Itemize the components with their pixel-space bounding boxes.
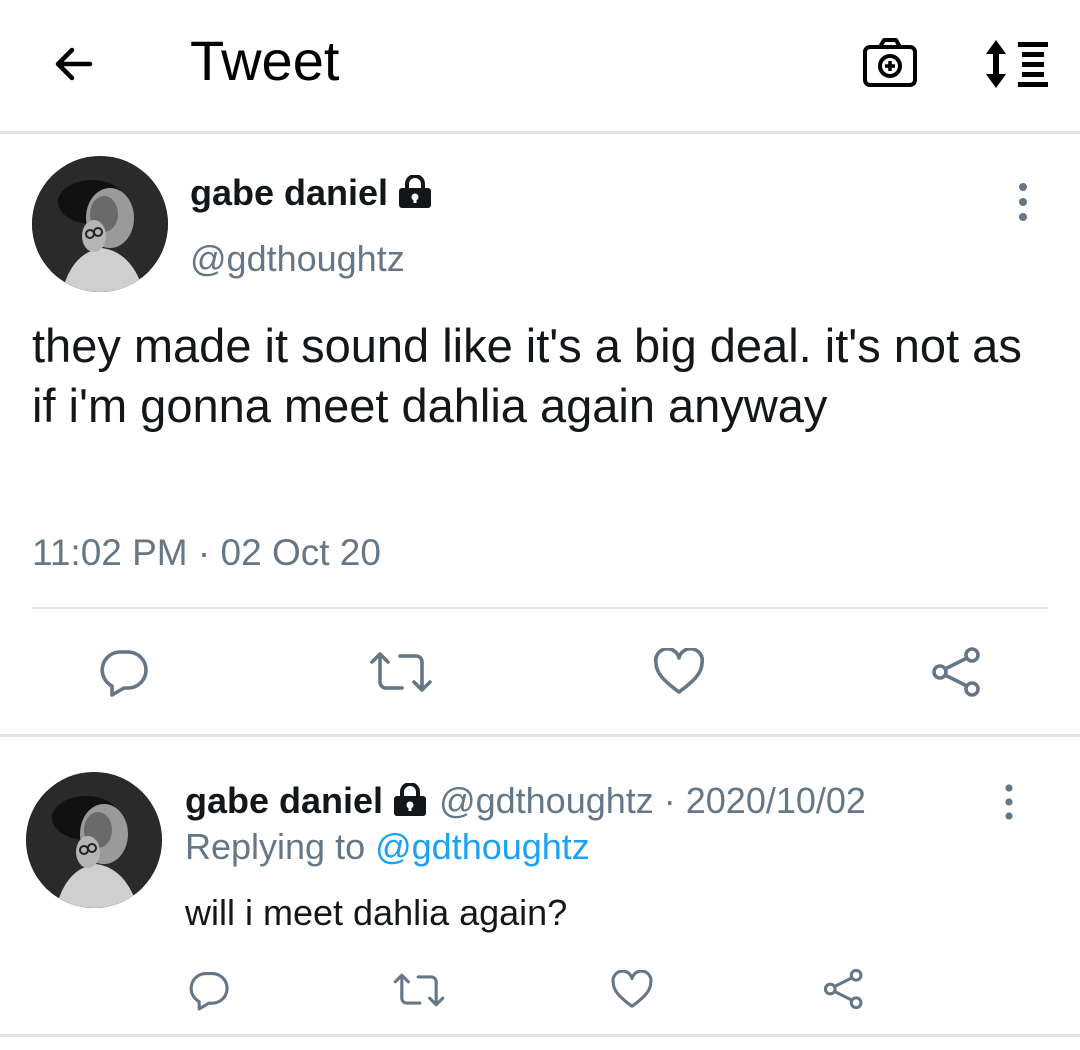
reply-button[interactable] xyxy=(186,968,232,1012)
lock-icon xyxy=(399,175,432,208)
camera-plus-icon xyxy=(863,38,917,87)
arrow-left-icon xyxy=(55,47,93,81)
author-name-text: gabe daniel xyxy=(190,172,389,213)
more-options-button[interactable] xyxy=(1008,180,1038,224)
like-button[interactable] xyxy=(610,970,654,1010)
retweet-icon xyxy=(393,973,445,1007)
retweet-icon xyxy=(370,652,432,692)
like-button[interactable] xyxy=(652,648,706,696)
share-icon xyxy=(823,968,863,1010)
reply-author-name[interactable]: gabe daniel xyxy=(185,780,383,821)
author-name[interactable]: gabe daniel xyxy=(190,172,434,214)
reply-text: will i meet dahlia again? xyxy=(185,892,568,933)
avatar[interactable] xyxy=(32,156,168,292)
profile-photo xyxy=(32,156,168,292)
sort-button[interactable] xyxy=(982,36,1054,92)
reply-handle-date: @gdthoughtz · 2020/10/02 xyxy=(439,780,866,821)
reply-icon xyxy=(189,972,229,1011)
share-icon xyxy=(932,647,980,697)
reply-icon xyxy=(100,650,148,697)
more-options-button[interactable] xyxy=(994,782,1024,822)
share-button[interactable] xyxy=(930,646,984,698)
divider xyxy=(32,607,1048,609)
profile-photo xyxy=(26,772,162,908)
author-handle[interactable]: @gdthoughtz xyxy=(190,238,405,280)
avatar[interactable] xyxy=(26,772,162,908)
lock-icon xyxy=(394,783,427,816)
divider xyxy=(0,1034,1080,1037)
top-app-bar: Tweet xyxy=(0,0,1080,134)
share-button[interactable] xyxy=(822,968,866,1010)
back-button[interactable] xyxy=(44,38,104,90)
page-title: Tweet xyxy=(190,29,340,92)
replying-mention-link[interactable]: @gdthoughtz xyxy=(375,826,590,867)
tweet-timestamp[interactable]: 11:02 PM · 02 Oct 20 xyxy=(32,532,381,574)
more-vertical-icon xyxy=(1019,183,1027,221)
reply-header: gabe daniel @gdthoughtz · 2020/10/02 xyxy=(185,780,866,822)
more-vertical-icon xyxy=(1005,784,1013,820)
retweet-button[interactable] xyxy=(368,648,434,696)
like-icon xyxy=(611,970,653,1008)
reply-button[interactable] xyxy=(96,646,152,698)
replying-prefix: Replying to xyxy=(185,826,376,867)
camera-button[interactable] xyxy=(860,34,920,92)
sort-list-icon xyxy=(986,40,1048,88)
tweet-text: they made it sound like it's a big deal.… xyxy=(32,319,1022,432)
retweet-button[interactable] xyxy=(392,970,446,1010)
replying-to: Replying to @gdthoughtz xyxy=(185,826,590,868)
divider xyxy=(0,734,1080,737)
like-icon xyxy=(653,648,705,694)
